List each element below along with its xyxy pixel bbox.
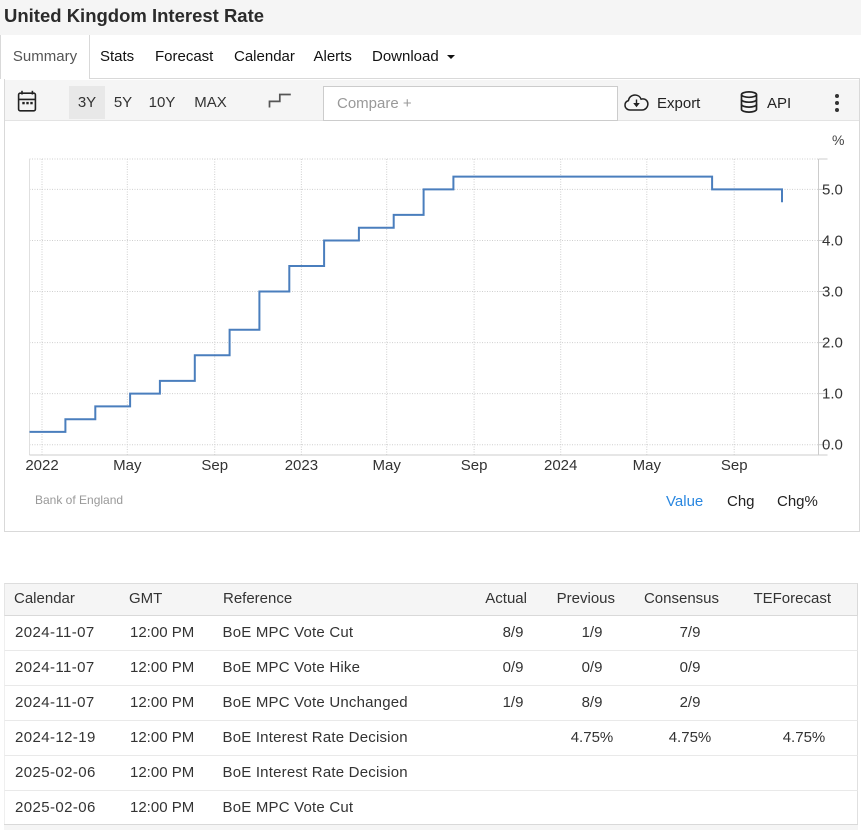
svg-text:Sep: Sep [721,457,748,474]
svg-text:1.0: 1.0 [822,386,843,403]
svg-text:5.0: 5.0 [822,181,843,198]
svg-text:May: May [113,457,142,474]
svg-text:May: May [633,457,662,474]
svg-text:2023: 2023 [285,457,318,474]
svg-text:2.0: 2.0 [822,335,843,352]
svg-text:Sep: Sep [201,457,228,474]
svg-text:Sep: Sep [461,457,488,474]
svg-text:2024: 2024 [544,457,577,474]
svg-text:May: May [373,457,402,474]
svg-text:2022: 2022 [25,457,58,474]
svg-text:3.0: 3.0 [822,284,843,301]
svg-text:4.0: 4.0 [822,233,843,250]
svg-text:0.0: 0.0 [822,437,843,454]
